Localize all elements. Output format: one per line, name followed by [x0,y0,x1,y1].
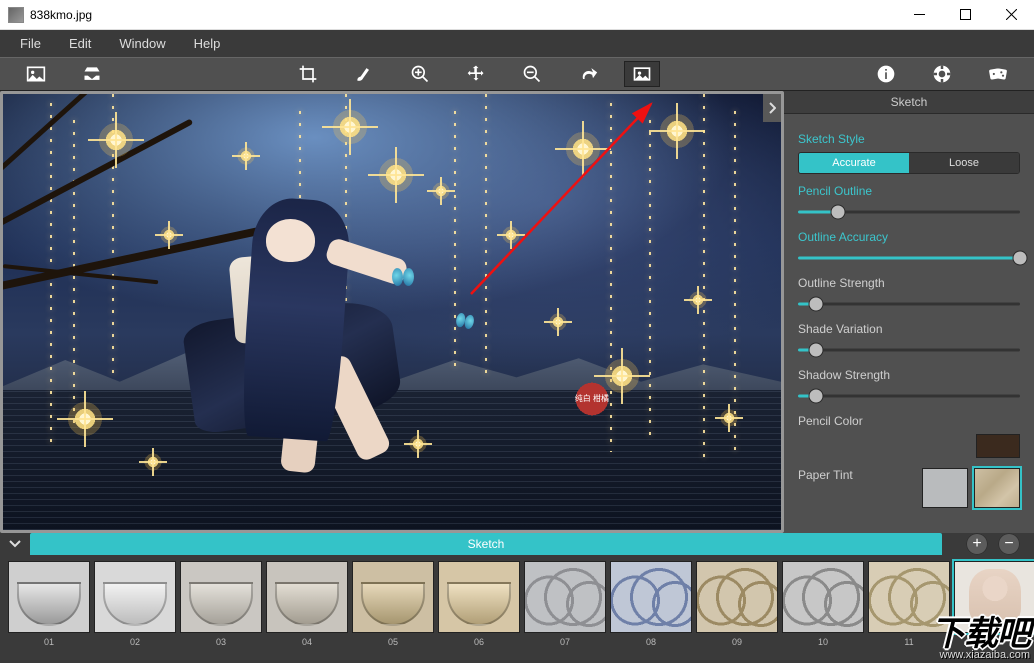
zoom-in-icon [410,64,430,84]
chevron-down-icon [9,540,21,548]
panel-collapse-handle[interactable] [763,94,781,122]
preset-thumb-number: 12 [990,637,1000,647]
preset-thumb[interactable]: 04 [266,561,348,647]
save-tray-icon [82,64,102,84]
preset-thumb-number: 01 [44,637,54,647]
toolbar [0,57,1034,91]
redo-button[interactable] [568,60,608,88]
preset-thumb[interactable]: 08 [610,561,692,647]
zoom-in-button[interactable] [400,60,440,88]
outline-strength-label: Outline Strength [798,276,1020,290]
chevron-right-icon [768,102,776,114]
preset-thumb[interactable]: 05 [352,561,434,647]
shadow-strength-slider[interactable] [798,388,1020,404]
preset-expand-button[interactable] [0,533,30,555]
preset-thumb[interactable]: 01 [8,561,90,647]
menu-window[interactable]: Window [105,32,179,55]
window-title: 838kmo.jpg [30,8,896,22]
outline-strength-slider[interactable] [798,296,1020,312]
preset-thumb[interactable]: 06 [438,561,520,647]
plus-icon: + [972,535,981,553]
crop-icon [298,64,318,84]
preset-thumb[interactable]: 02 [94,561,176,647]
preset-strip: Sketch + − 01 02 03 04 05 06 07 08 09 10 11 12 [0,533,1034,663]
canvas[interactable]: 纯白 柑橘 [0,91,784,533]
preset-thumb-number: 10 [818,637,828,647]
shade-variation-slider[interactable] [798,342,1020,358]
preset-thumb-number: 08 [646,637,656,647]
menu-help[interactable]: Help [180,32,235,55]
paper-tint-swatch-1[interactable] [974,468,1020,508]
panel-title: Sketch [784,91,1034,114]
preset-thumb[interactable]: 10 [782,561,864,647]
compare-button[interactable] [624,61,660,87]
pan-button[interactable] [456,60,496,88]
randomize-button[interactable] [978,60,1018,88]
move-icon [466,64,486,84]
menubar: File Edit Window Help [0,30,1034,57]
open-image-icon [26,64,46,84]
zoom-out-button[interactable] [512,60,552,88]
menu-file[interactable]: File [6,32,55,55]
zoom-out-icon [522,64,542,84]
outline-accuracy-label: Outline Accuracy [798,230,1020,244]
preset-add-button[interactable]: + [966,533,988,555]
preset-thumb-number: 11 [904,637,913,647]
crop-button[interactable] [288,60,328,88]
close-button[interactable] [988,0,1034,30]
right-panel: Sketch Sketch Style Accurate Loose Penci… [784,91,1034,533]
pencil-outline-label: Pencil Outline [798,184,1020,198]
preset-thumb-number: 06 [474,637,484,647]
image-frame-icon [632,64,652,84]
window-titlebar: 838kmo.jpg [0,0,1034,30]
preset-thumb[interactable]: 09 [696,561,778,647]
open-image-button[interactable] [16,60,56,88]
preset-thumb-number: 02 [130,637,140,647]
artist-stamp: 纯白 柑橘 [574,381,610,417]
minimize-button[interactable] [896,0,942,30]
pencil-outline-slider[interactable] [798,204,1020,220]
preset-thumb[interactable]: 12 [954,561,1034,647]
pencil-color-label: Pencil Color [798,414,1020,428]
preset-thumb-number: 07 [560,637,570,647]
sketch-style-label: Sketch Style [798,132,1020,146]
annotation-arrow [461,94,681,314]
preset-thumb[interactable]: 11 [868,561,950,647]
dice-icon [988,64,1008,84]
sketch-style-segment: Accurate Loose [798,152,1020,174]
support-button[interactable] [922,60,962,88]
minus-icon: − [1004,535,1013,553]
style-loose-button[interactable]: Loose [909,153,1019,173]
preset-thumb-number: 09 [732,637,742,647]
preset-thumb[interactable]: 07 [524,561,606,647]
outline-accuracy-slider[interactable] [798,250,1020,266]
shadow-strength-label: Shadow Strength [798,368,1020,382]
preset-thumb-number: 03 [216,637,226,647]
shade-variation-label: Shade Variation [798,322,1020,336]
maximize-button[interactable] [942,0,988,30]
style-accurate-button[interactable]: Accurate [799,153,909,173]
info-icon [876,64,896,84]
info-button[interactable] [866,60,906,88]
brush-icon [354,64,374,84]
help-lifering-icon [932,64,952,84]
redo-arrow-icon [578,64,598,84]
preset-thumb-number: 05 [388,637,398,647]
work-area: 纯白 柑橘 Sketch Sketch Style Accurate Loose… [0,91,1034,533]
app-icon [8,7,24,23]
pencil-color-swatch[interactable] [976,434,1020,458]
preset-remove-button[interactable]: − [998,533,1020,555]
preset-thumb-number: 04 [302,637,312,647]
menu-edit[interactable]: Edit [55,32,105,55]
save-button[interactable] [72,60,112,88]
preset-thumb[interactable]: 03 [180,561,262,647]
preset-tab-label[interactable]: Sketch [30,533,942,555]
paper-tint-swatch-0[interactable] [922,468,968,508]
brush-button[interactable] [344,60,384,88]
